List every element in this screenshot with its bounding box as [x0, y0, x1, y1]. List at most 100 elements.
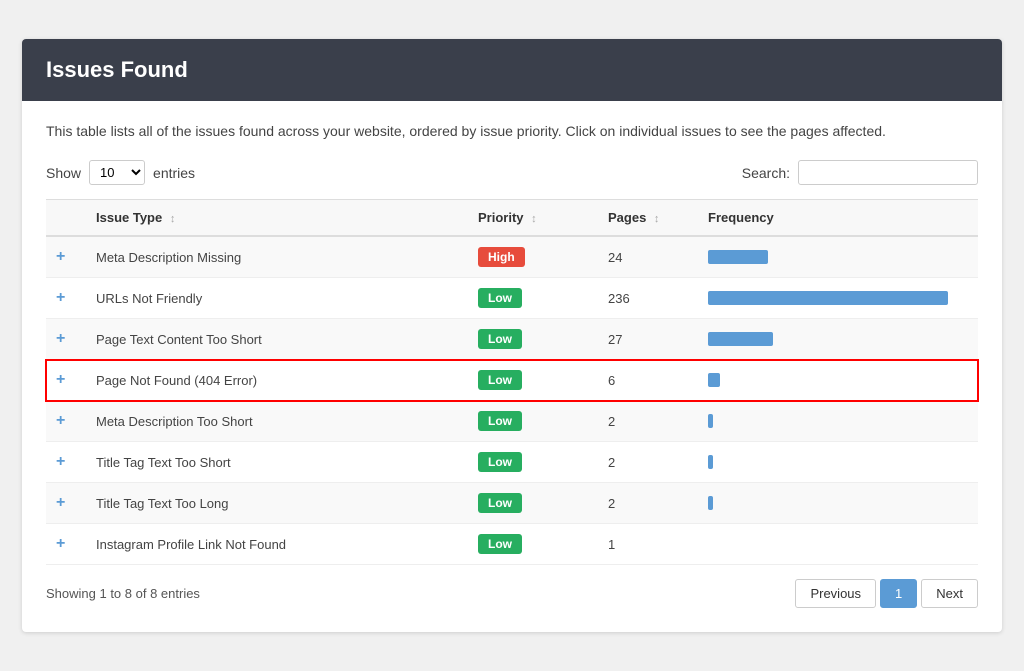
- search-label: Search:: [742, 165, 790, 181]
- search-input[interactable]: [798, 160, 978, 185]
- content-area: This table lists all of the issues found…: [22, 101, 1002, 632]
- issues-table: Issue Type ↕ Priority ↕ Pages ↕ Frequenc…: [46, 199, 978, 565]
- priority-badge: Low: [478, 329, 522, 349]
- priority-cell: Low: [468, 319, 598, 360]
- entries-select[interactable]: 10 25 50 100: [89, 160, 145, 185]
- priority-cell: Low: [468, 442, 598, 483]
- col-expand: [46, 200, 86, 237]
- frequency-bar-wrap: [708, 373, 968, 387]
- priority-badge: Low: [478, 452, 522, 472]
- table-row[interactable]: + Title Tag Text Too Short Low 2: [46, 442, 978, 483]
- page-header: Issues Found: [22, 39, 1002, 101]
- pages-cell: 2: [598, 401, 698, 442]
- expand-icon[interactable]: +: [56, 289, 65, 306]
- issue-type-cell: Title Tag Text Too Long: [86, 483, 468, 524]
- table-row[interactable]: + Meta Description MissingHigh24: [46, 236, 978, 278]
- col-frequency: Frequency: [698, 200, 978, 237]
- expand-icon[interactable]: +: [56, 453, 65, 470]
- expand-icon[interactable]: +: [56, 494, 65, 511]
- showing-text: Showing 1 to 8 of 8 entries: [46, 586, 200, 601]
- pagination: Previous 1 Next: [795, 579, 978, 608]
- issue-type-cell: Instagram Profile Link Not Found: [86, 524, 468, 565]
- controls-row: Show 10 25 50 100 entries Search:: [46, 160, 978, 185]
- pages-cell: 1: [598, 524, 698, 565]
- frequency-bar: [708, 414, 713, 428]
- expand-cell[interactable]: +: [46, 483, 86, 524]
- pages-cell: 236: [598, 278, 698, 319]
- expand-icon[interactable]: +: [56, 371, 65, 388]
- frequency-bar-wrap: [708, 291, 968, 305]
- priority-cell: Low: [468, 524, 598, 565]
- priority-cell: High: [468, 236, 598, 278]
- frequency-cell: [698, 360, 978, 401]
- sort-icon-priority: ↕: [531, 213, 537, 225]
- pages-cell: 27: [598, 319, 698, 360]
- expand-icon[interactable]: +: [56, 248, 65, 265]
- footer-row: Showing 1 to 8 of 8 entries Previous 1 N…: [46, 565, 978, 612]
- col-pages[interactable]: Pages ↕: [598, 200, 698, 237]
- expand-icon[interactable]: +: [56, 330, 65, 347]
- col-priority[interactable]: Priority ↕: [468, 200, 598, 237]
- expand-cell[interactable]: +: [46, 442, 86, 483]
- table-row[interactable]: + Page Not Found (404 Error)Low6: [46, 360, 978, 401]
- entries-label: entries: [153, 165, 195, 181]
- sort-icon-issue-type: ↕: [170, 213, 176, 225]
- page-1-button[interactable]: 1: [880, 579, 917, 608]
- frequency-cell: [698, 442, 978, 483]
- frequency-bar-wrap: [708, 455, 968, 469]
- frequency-cell: [698, 236, 978, 278]
- priority-badge: Low: [478, 493, 522, 513]
- next-button[interactable]: Next: [921, 579, 978, 608]
- priority-cell: Low: [468, 278, 598, 319]
- expand-cell[interactable]: +: [46, 401, 86, 442]
- frequency-bar: [708, 332, 773, 346]
- frequency-cell: [698, 319, 978, 360]
- expand-cell[interactable]: +: [46, 524, 86, 565]
- priority-cell: Low: [468, 360, 598, 401]
- priority-badge: Low: [478, 534, 522, 554]
- expand-icon[interactable]: +: [56, 535, 65, 552]
- search-group: Search:: [742, 160, 978, 185]
- issue-type-cell: Meta Description Missing: [86, 236, 468, 278]
- pages-cell: 2: [598, 442, 698, 483]
- expand-cell[interactable]: +: [46, 360, 86, 401]
- priority-badge: Low: [478, 288, 522, 308]
- frequency-cell: [698, 401, 978, 442]
- main-container: Issues Found This table lists all of the…: [22, 39, 1002, 632]
- frequency-cell: [698, 524, 978, 565]
- issue-type-cell: Meta Description Too Short: [86, 401, 468, 442]
- show-entries-group: Show 10 25 50 100 entries: [46, 160, 195, 185]
- previous-button[interactable]: Previous: [795, 579, 876, 608]
- frequency-bar-wrap: [708, 496, 968, 510]
- priority-cell: Low: [468, 401, 598, 442]
- table-header-row: Issue Type ↕ Priority ↕ Pages ↕ Frequenc…: [46, 200, 978, 237]
- issue-type-cell: Page Text Content Too Short: [86, 319, 468, 360]
- frequency-bar: [708, 250, 768, 264]
- col-issue-type[interactable]: Issue Type ↕: [86, 200, 468, 237]
- expand-cell[interactable]: +: [46, 236, 86, 278]
- page-title: Issues Found: [46, 57, 188, 82]
- pages-cell: 6: [598, 360, 698, 401]
- pages-cell: 24: [598, 236, 698, 278]
- issue-type-cell: Title Tag Text Too Short: [86, 442, 468, 483]
- table-row[interactable]: + Instagram Profile Link Not Found Low 1: [46, 524, 978, 565]
- frequency-bar-wrap: [708, 332, 968, 346]
- description-text: This table lists all of the issues found…: [46, 121, 978, 142]
- table-row[interactable]: + Page Text Content Too Short Low 27: [46, 319, 978, 360]
- expand-icon[interactable]: +: [56, 412, 65, 429]
- frequency-bar-wrap: [708, 414, 968, 428]
- frequency-bar: [708, 373, 720, 387]
- priority-badge: Low: [478, 411, 522, 431]
- table-row[interactable]: + Meta Description Too Short Low 2: [46, 401, 978, 442]
- priority-cell: Low: [468, 483, 598, 524]
- issue-type-cell: Page Not Found (404 Error): [86, 360, 468, 401]
- table-row[interactable]: +URLs Not FriendlyLow236: [46, 278, 978, 319]
- frequency-bar: [708, 291, 948, 305]
- expand-cell[interactable]: +: [46, 319, 86, 360]
- show-label: Show: [46, 165, 81, 181]
- pages-cell: 2: [598, 483, 698, 524]
- expand-cell[interactable]: +: [46, 278, 86, 319]
- table-row[interactable]: + Title Tag Text Too Long Low 2: [46, 483, 978, 524]
- frequency-cell: [698, 483, 978, 524]
- frequency-cell: [698, 278, 978, 319]
